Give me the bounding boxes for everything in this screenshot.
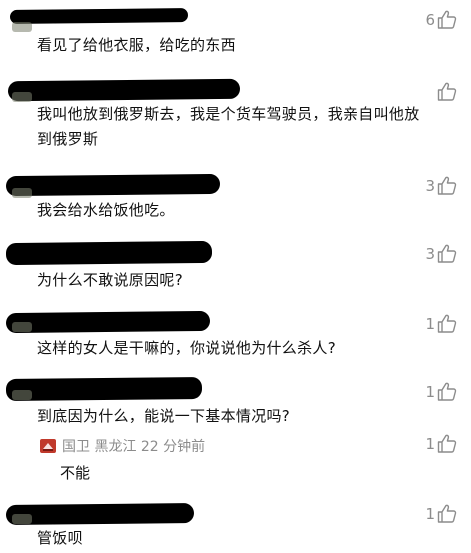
- comment-item: 1 管饭呗: [0, 498, 471, 553]
- comment-text-line: 到俄罗斯: [37, 130, 99, 148]
- reply-meta: 国卫 黑龙江 22 分钟前: [40, 436, 205, 456]
- avatar: [12, 22, 32, 32]
- like-button[interactable]: 6: [425, 10, 457, 29]
- thumbs-up-icon: [437, 434, 457, 453]
- comment-text-line: 我叫他放到俄罗斯去，我是个货车驾驶员，我亲自叫他放: [37, 105, 420, 123]
- thumbs-up-icon: [437, 176, 457, 195]
- like-count: 1: [425, 434, 435, 453]
- comment-text: 为什么不敢说原因呢?: [37, 271, 183, 289]
- avatar: [12, 390, 32, 400]
- comment-item: 3 我会给水给饭他吃。: [0, 170, 471, 228]
- comment-text: 管饭呗: [37, 529, 83, 547]
- avatar: [12, 188, 32, 198]
- avatar: [12, 92, 32, 102]
- redacted-username: [5, 376, 203, 402]
- reply-location: 国卫 黑龙江 22 分钟前: [62, 439, 206, 455]
- like-count: 1: [425, 504, 435, 523]
- like-count: 1: [425, 382, 435, 401]
- like-button[interactable]: 3: [425, 176, 457, 195]
- comment-item: 1 这样的女人是干嘛的，你说说他为什么杀人?: [0, 308, 471, 368]
- redacted-username: [7, 78, 241, 102]
- comment-text: 到底因为什么，能说一下基本情况吗?: [37, 407, 291, 425]
- flag-avatar-icon: [40, 439, 56, 453]
- reply-like-button[interactable]: 1: [425, 434, 457, 453]
- redacted-username: [5, 240, 213, 266]
- like-button[interactable]: 3: [425, 244, 457, 263]
- redacted-username: [5, 503, 195, 525]
- thumbs-up-icon: [437, 10, 457, 29]
- comment-text: 这样的女人是干嘛的，你说说他为什么杀人?: [37, 339, 336, 357]
- redacted-username: [5, 310, 211, 334]
- comment-text: 看见了给他衣服，给吃的东西: [37, 36, 236, 54]
- comment-text: 我会给水给饭他吃。: [37, 201, 175, 219]
- reply-text: 不能: [60, 464, 91, 482]
- comment-item: 3 为什么不敢说原因呢?: [0, 236, 471, 298]
- like-button[interactable]: [435, 82, 457, 101]
- like-count: 3: [425, 244, 435, 263]
- thumbs-up-icon: [437, 244, 457, 263]
- thumbs-up-icon: [437, 382, 457, 401]
- like-button[interactable]: 1: [425, 314, 457, 333]
- like-count: 6: [425, 10, 435, 29]
- like-button[interactable]: 1: [425, 382, 457, 401]
- redacted-username: [5, 173, 221, 197]
- avatar: [12, 322, 32, 332]
- thumbs-up-icon: [437, 504, 457, 523]
- comment-item: 1 到底因为什么，能说一下基本情况吗? 国卫 黑龙江 22 分钟前 1 不能: [0, 374, 471, 494]
- like-count: 1: [425, 314, 435, 333]
- like-button[interactable]: 1: [425, 504, 457, 523]
- comment-item: 6 看见了给他衣服，给吃的东西: [0, 0, 471, 60]
- comment-text: 我叫他放到俄罗斯去，我是个货车驾驶员，我亲自叫他放 到俄罗斯: [37, 102, 420, 152]
- avatar: [12, 514, 32, 524]
- thumbs-up-icon: [437, 82, 457, 101]
- like-count: 3: [425, 176, 435, 195]
- redacted-username: [9, 8, 189, 24]
- thumbs-up-icon: [437, 314, 457, 333]
- comment-item: 我叫他放到俄罗斯去，我是个货车驾驶员，我亲自叫他放 到俄罗斯: [0, 72, 471, 160]
